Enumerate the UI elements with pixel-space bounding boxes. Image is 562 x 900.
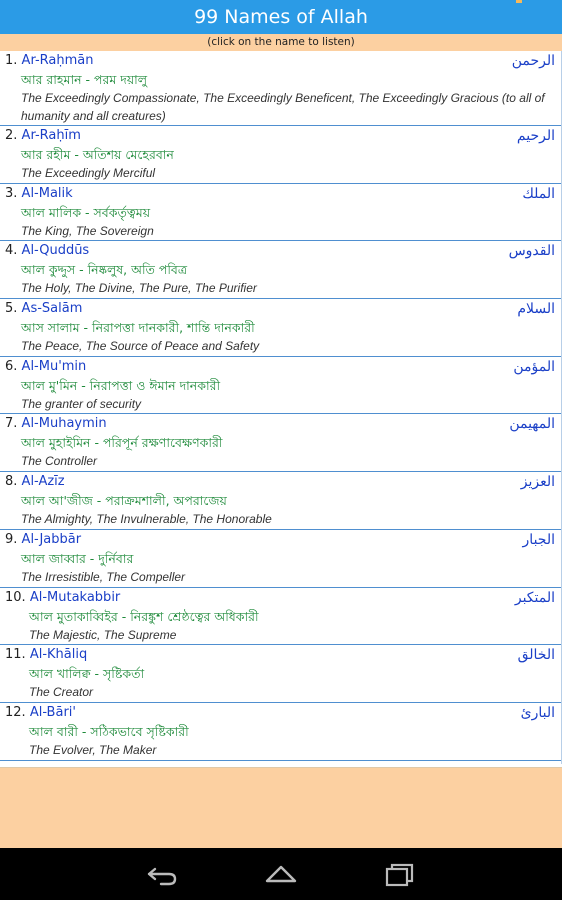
name-row[interactable]: 3. Al-Malik الملك আল মালিক - সর্বকর্তৃত্বম… <box>0 184 561 242</box>
name-number: 11. <box>5 647 26 663</box>
name-bangla: আল মুতাকাব্বিইর - নিরঙ্কুশ শ্রেষ্ঠত্বের … <box>29 608 259 624</box>
name-row[interactable]: 11. Al-Khāliq الخالق আল খালিক্ব - সৃষ্টিকর… <box>0 645 561 703</box>
name-number: 2. <box>5 128 18 143</box>
name-number: 6. <box>5 358 18 374</box>
name-header: 5. As-Salām <box>5 299 557 318</box>
name-header: 8. Al-Azīz <box>5 472 557 491</box>
name-header: 2. Ar-Raḥīm <box>5 126 557 145</box>
name-bangla: আল মু'মিন - নিরাপত্তা ও ঈমান দানকারী <box>21 377 221 393</box>
name-row[interactable]: 4. Al-Quddūs القدوس আল কুদ্দুস - নিষ্কলুষ,… <box>0 241 561 300</box>
name-bangla: আস সালাম - নিরাপত্তা দানকারী, শান্তি দান… <box>21 320 255 336</box>
name-header: 7. Al-Muhaymin <box>5 414 557 433</box>
name-english-meaning: The granter of security <box>21 396 142 411</box>
name-number: 4. <box>5 243 18 259</box>
name-arabic[interactable]: الملك <box>522 186 555 202</box>
footer-area <box>0 764 562 848</box>
name-row[interactable]: 5. As-Salām السلام আস সালাম - নিরাপত্তা দা… <box>0 299 561 357</box>
names-list[interactable]: 1. Ar-Raḥmān الرحمن আর রাহমান - পরম দয়ালু… <box>0 51 562 764</box>
name-english-meaning: The King, The Sovereign <box>21 223 154 238</box>
name-row[interactable]: 6. Al-Mu'min المؤمن আল মু'মিন - নিরাপত্তা … <box>0 357 561 415</box>
name-row[interactable]: 7. Al-Muhaymin المهيمن আল মুহাইমিন - পরিপূ… <box>0 414 561 473</box>
name-row[interactable]: 8. Al-Azīz العزيز আল আ'জীজ - পরাক্রমশালী, … <box>0 472 561 530</box>
name-bangla: আল খালিক্ব - সৃষ্টিকর্তা <box>29 666 145 682</box>
name-english-meaning: The Almighty, The Invulnerable, The Hono… <box>21 512 272 527</box>
name-transliteration[interactable]: Ar-Raḥmān <box>22 53 94 68</box>
name-header: 6. Al-Mu'min <box>5 357 557 376</box>
name-arabic[interactable]: السلام <box>517 301 555 317</box>
system-navigation-bar <box>0 848 562 900</box>
title-bar: 99 Names of Allah <box>0 0 562 34</box>
name-transliteration[interactable]: As-Salām <box>22 301 83 316</box>
name-header: 3. Al-Malik <box>5 184 557 203</box>
name-transliteration[interactable]: Al-Bāri' <box>30 705 76 720</box>
name-bangla: আল জাব্বার - দুর্নিবার <box>21 550 134 566</box>
name-bangla: আল বারী - সঠিকভাবে সৃষ্টিকারী <box>29 723 189 739</box>
name-row[interactable]: 10. Al-Mutakabbir المتكبر আল মুতাকাব্বিইর … <box>0 588 561 646</box>
back-arrow-icon[interactable] <box>141 858 181 890</box>
name-number: 1. <box>5 53 18 68</box>
name-english-meaning: The Controller <box>21 454 98 469</box>
name-english-meaning: The Irresistible, The Compeller <box>21 569 186 584</box>
overflow-marker <box>516 0 522 3</box>
name-number: 5. <box>5 301 18 317</box>
name-transliteration[interactable]: Al-Quddūs <box>22 243 90 258</box>
name-arabic[interactable]: البارئ <box>521 705 555 721</box>
name-transliteration[interactable]: Al-Muhaymin <box>22 416 107 431</box>
name-transliteration[interactable]: Al-Azīz <box>22 474 65 489</box>
name-arabic[interactable]: المهيمن <box>509 416 555 432</box>
name-transliteration[interactable]: Al-Mu'min <box>22 359 87 374</box>
name-number: 8. <box>5 474 18 490</box>
name-bangla: আল মালিক - সর্বকর্তৃত্বময় <box>21 204 151 220</box>
name-number: 12. <box>5 704 26 720</box>
name-english-meaning: The Exceedingly Merciful <box>21 166 156 180</box>
name-english-meaning: The Peace, The Source of Peace and Safet… <box>21 339 260 354</box>
name-arabic[interactable]: القدوس <box>509 243 555 259</box>
app-title: 99 Names of Allah <box>194 6 368 28</box>
name-transliteration[interactable]: Al-Jabbār <box>22 532 82 547</box>
name-bangla: আল কুদ্দুস - নিষ্কলুষ, অতি পবিত্র <box>21 262 188 278</box>
name-transliteration[interactable]: Al-Malik <box>22 186 73 201</box>
name-arabic[interactable]: العزيز <box>521 474 555 490</box>
name-row[interactable]: 9. Al-Jabbār الجبار আল জাব্বার - দুর্নিবার… <box>0 530 561 588</box>
name-row[interactable]: 2. Ar-Raḥīm الرحيم আর রহীম - অতিশয় মেহেরব… <box>0 126 561 184</box>
name-arabic[interactable]: الرحيم <box>517 128 555 144</box>
name-header: 12. Al-Bāri' <box>5 703 557 722</box>
name-transliteration[interactable]: Al-Khāliq <box>30 647 87 662</box>
name-arabic[interactable]: الجبار <box>523 532 555 548</box>
name-number: 9. <box>5 531 18 547</box>
partial-next-row <box>0 764 562 768</box>
name-bangla: আর রাহমান - পরম দয়ালু <box>21 72 148 87</box>
recent-apps-icon[interactable] <box>380 858 420 890</box>
name-row[interactable]: 12. Al-Bāri' البارئ আল বারী - সঠিকভাবে সৃষ… <box>0 703 561 761</box>
name-english-meaning: The Creator <box>29 685 94 700</box>
home-icon[interactable] <box>261 858 301 890</box>
name-bangla: আল মুহাইমিন - পরিপূর্ন রক্ষণাবেক্ষণকারী <box>21 435 223 451</box>
name-number: 7. <box>5 416 18 432</box>
name-transliteration[interactable]: Al-Mutakabbir <box>30 590 120 605</box>
name-bangla: আর রহীম - অতিশয় মেহেরবান <box>21 147 174 162</box>
name-arabic[interactable]: الخالق <box>518 647 555 663</box>
name-arabic[interactable]: المتكبر <box>515 590 555 606</box>
name-number: 10. <box>5 589 26 605</box>
name-header: 11. Al-Khāliq <box>5 645 557 664</box>
name-header: 1. Ar-Raḥmān <box>5 51 557 70</box>
name-english-meaning: The Holy, The Divine, The Pure, The Puri… <box>21 281 257 296</box>
subtitle-hint: (click on the name to listen) <box>0 34 562 51</box>
name-english-meaning: The Exceedingly Compassionate, The Excee… <box>21 91 545 123</box>
name-arabic[interactable]: الرحمن <box>512 53 555 69</box>
name-english-meaning: The Evolver, The Maker <box>29 742 157 757</box>
name-row[interactable]: 1. Ar-Raḥmān الرحمن আর রাহমান - পরম দয়ালু… <box>0 51 561 126</box>
name-header: 4. Al-Quddūs <box>5 241 557 260</box>
name-bangla: আল আ'জীজ - পরাক্রমশালী, অপরাজেয় <box>21 493 227 509</box>
name-header: 9. Al-Jabbār <box>5 530 557 549</box>
name-arabic[interactable]: المؤمن <box>513 359 555 375</box>
name-transliteration[interactable]: Ar-Raḥīm <box>22 128 81 143</box>
name-header: 10. Al-Mutakabbir <box>5 588 557 607</box>
name-number: 3. <box>5 185 18 201</box>
name-english-meaning: The Majestic, The Supreme <box>29 627 177 642</box>
